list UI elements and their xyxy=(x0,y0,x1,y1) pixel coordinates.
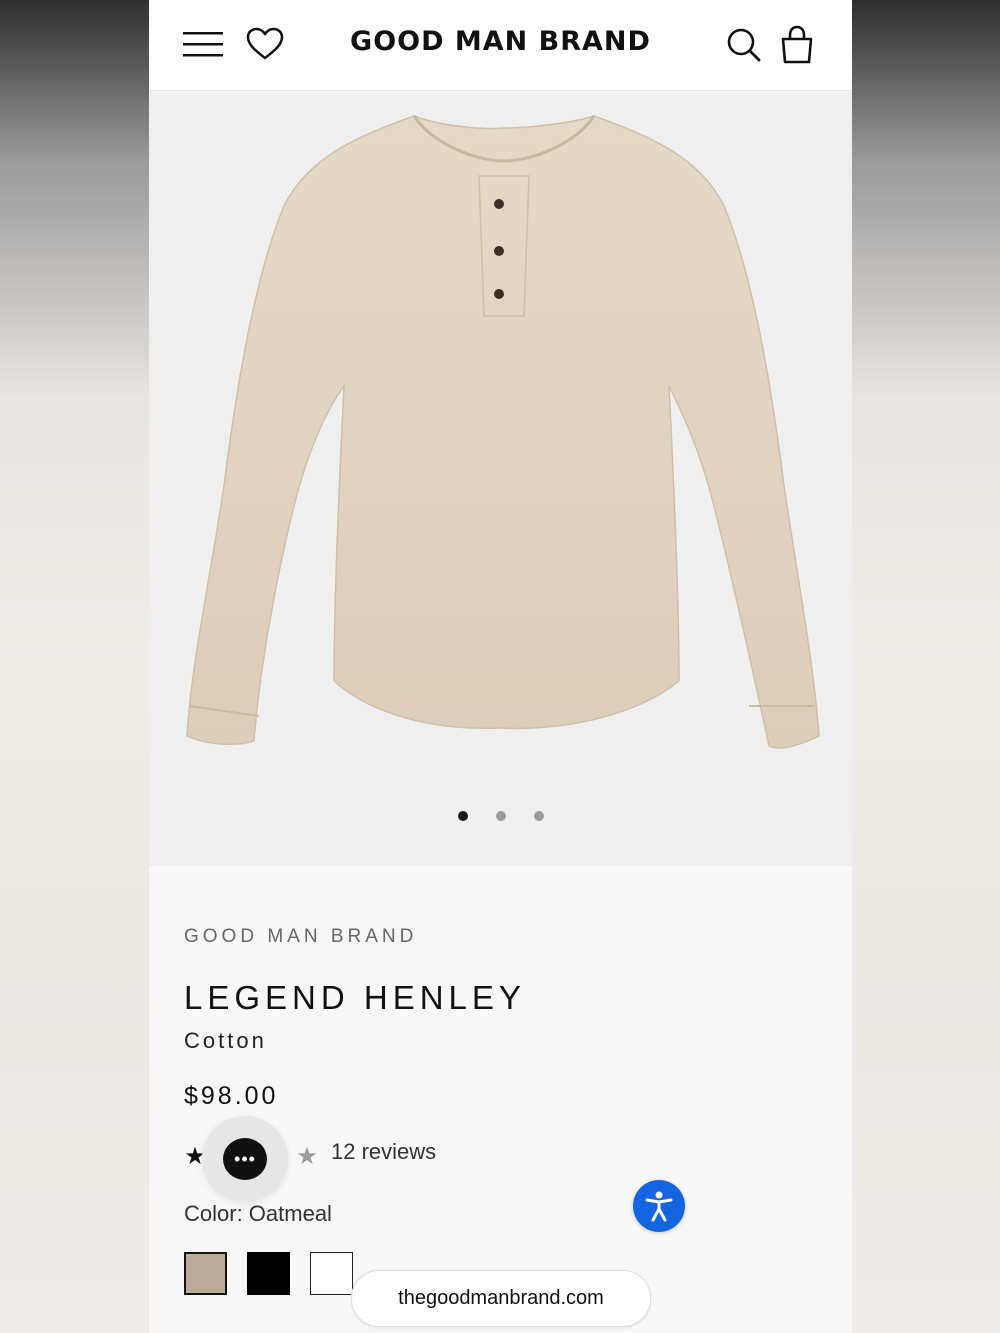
chat-icon: ••• xyxy=(223,1138,267,1180)
swatch-oatmeal[interactable] xyxy=(184,1252,227,1295)
half-star-icon: ★ xyxy=(296,1143,318,1170)
shopping-bag-icon[interactable] xyxy=(777,24,817,66)
reviews-link[interactable]: 12 reviews xyxy=(331,1139,436,1165)
product-image xyxy=(186,115,820,749)
url-bar[interactable]: thegoodmanbrand.com xyxy=(351,1270,651,1327)
swatch-white[interactable] xyxy=(310,1252,353,1295)
product-info: GOOD MAN BRAND LEGEND HENLEY Cotton $98.… xyxy=(149,866,852,1333)
color-swatches xyxy=(184,1252,353,1295)
site-header: GOOD MAN BRAND xyxy=(149,0,852,91)
product-vendor: GOOD MAN BRAND xyxy=(184,926,418,947)
product-price: $98.00 xyxy=(184,1082,279,1110)
slide-dot-3[interactable] xyxy=(533,811,544,821)
product-image-gallery[interactable] xyxy=(149,92,852,866)
background-left xyxy=(0,0,149,1333)
slide-dot-2[interactable] xyxy=(495,811,506,821)
product-page: GOOD MAN BRAND GOOD MAN BRAND LEGEND HEN… xyxy=(149,0,852,1333)
swatch-black[interactable] xyxy=(247,1252,290,1295)
search-icon[interactable] xyxy=(725,26,763,64)
product-subtitle: Cotton xyxy=(184,1028,267,1053)
slide-dot-1[interactable] xyxy=(457,811,468,821)
slide-indicators xyxy=(149,811,852,821)
accessibility-icon[interactable] xyxy=(633,1180,685,1232)
product-title: LEGEND HENLEY xyxy=(184,979,526,1016)
chat-button[interactable]: ••• xyxy=(202,1116,288,1202)
color-label: Color: Oatmeal xyxy=(184,1201,332,1226)
background-right xyxy=(852,0,1000,1333)
